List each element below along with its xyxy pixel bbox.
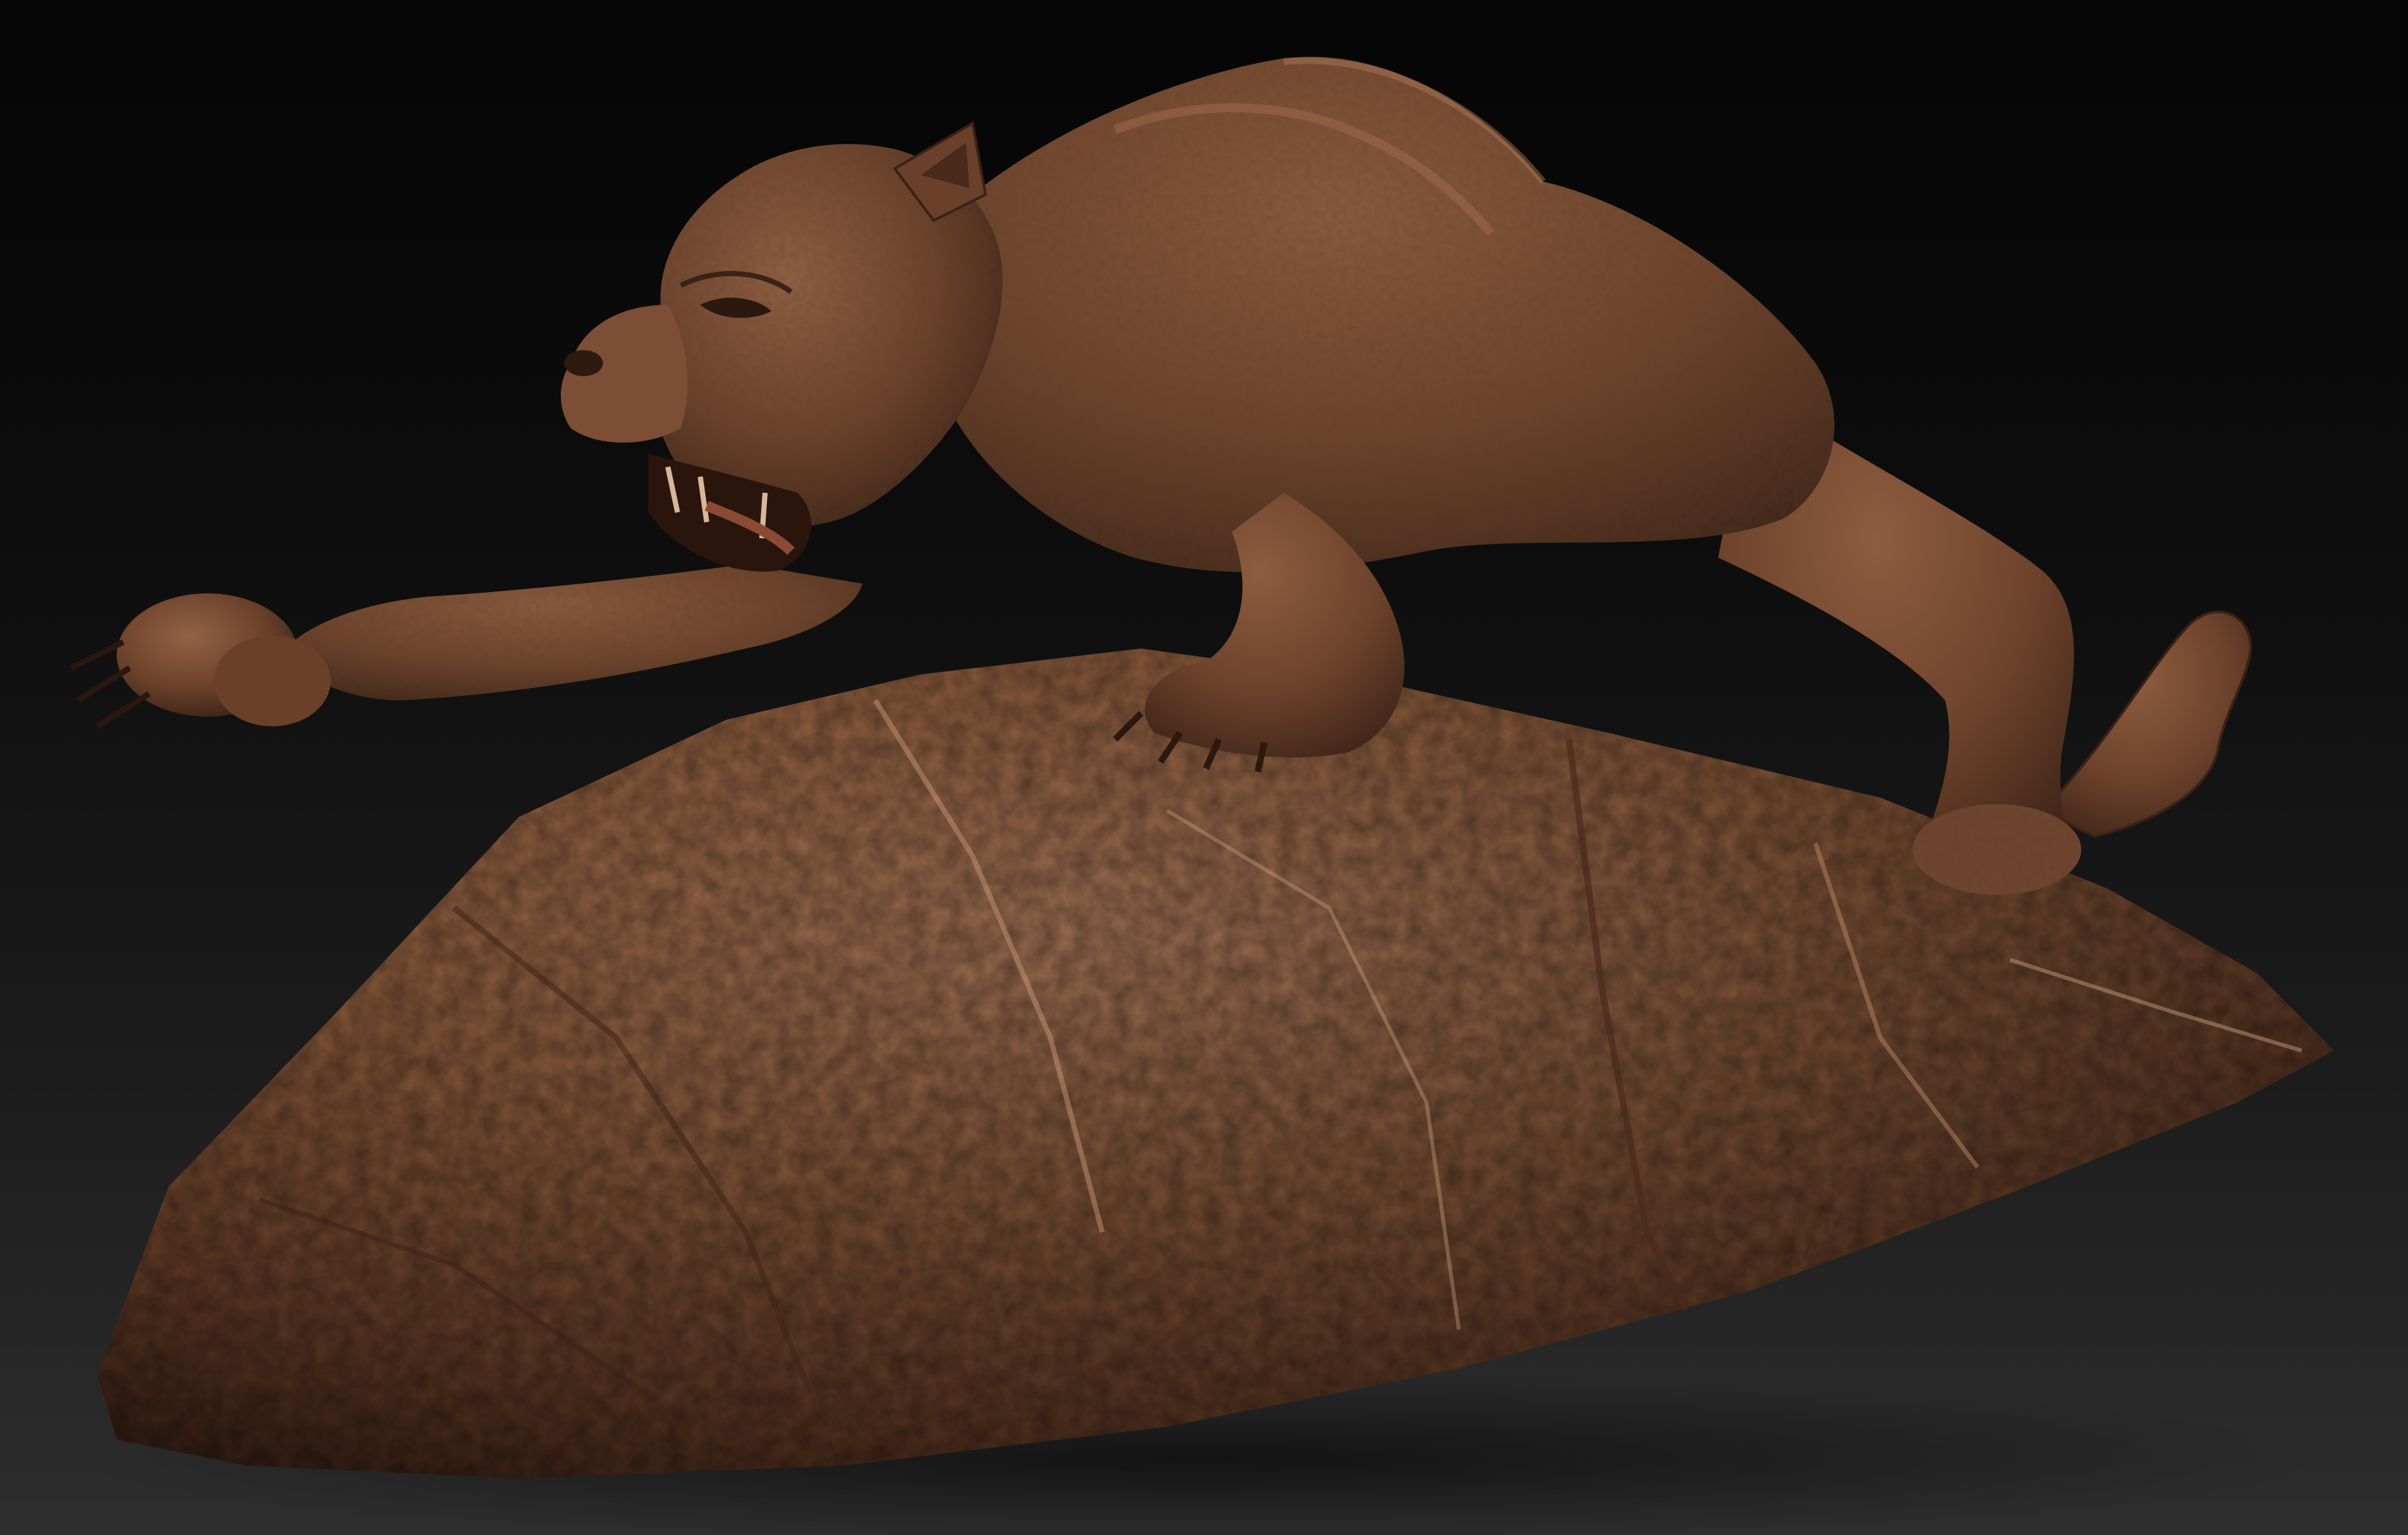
sculpt-viewport[interactable] [0, 0, 2408, 1535]
panther-head [561, 121, 1003, 572]
panther-extended-arm [69, 564, 862, 729]
sculpt-render [65, 56, 2334, 1535]
